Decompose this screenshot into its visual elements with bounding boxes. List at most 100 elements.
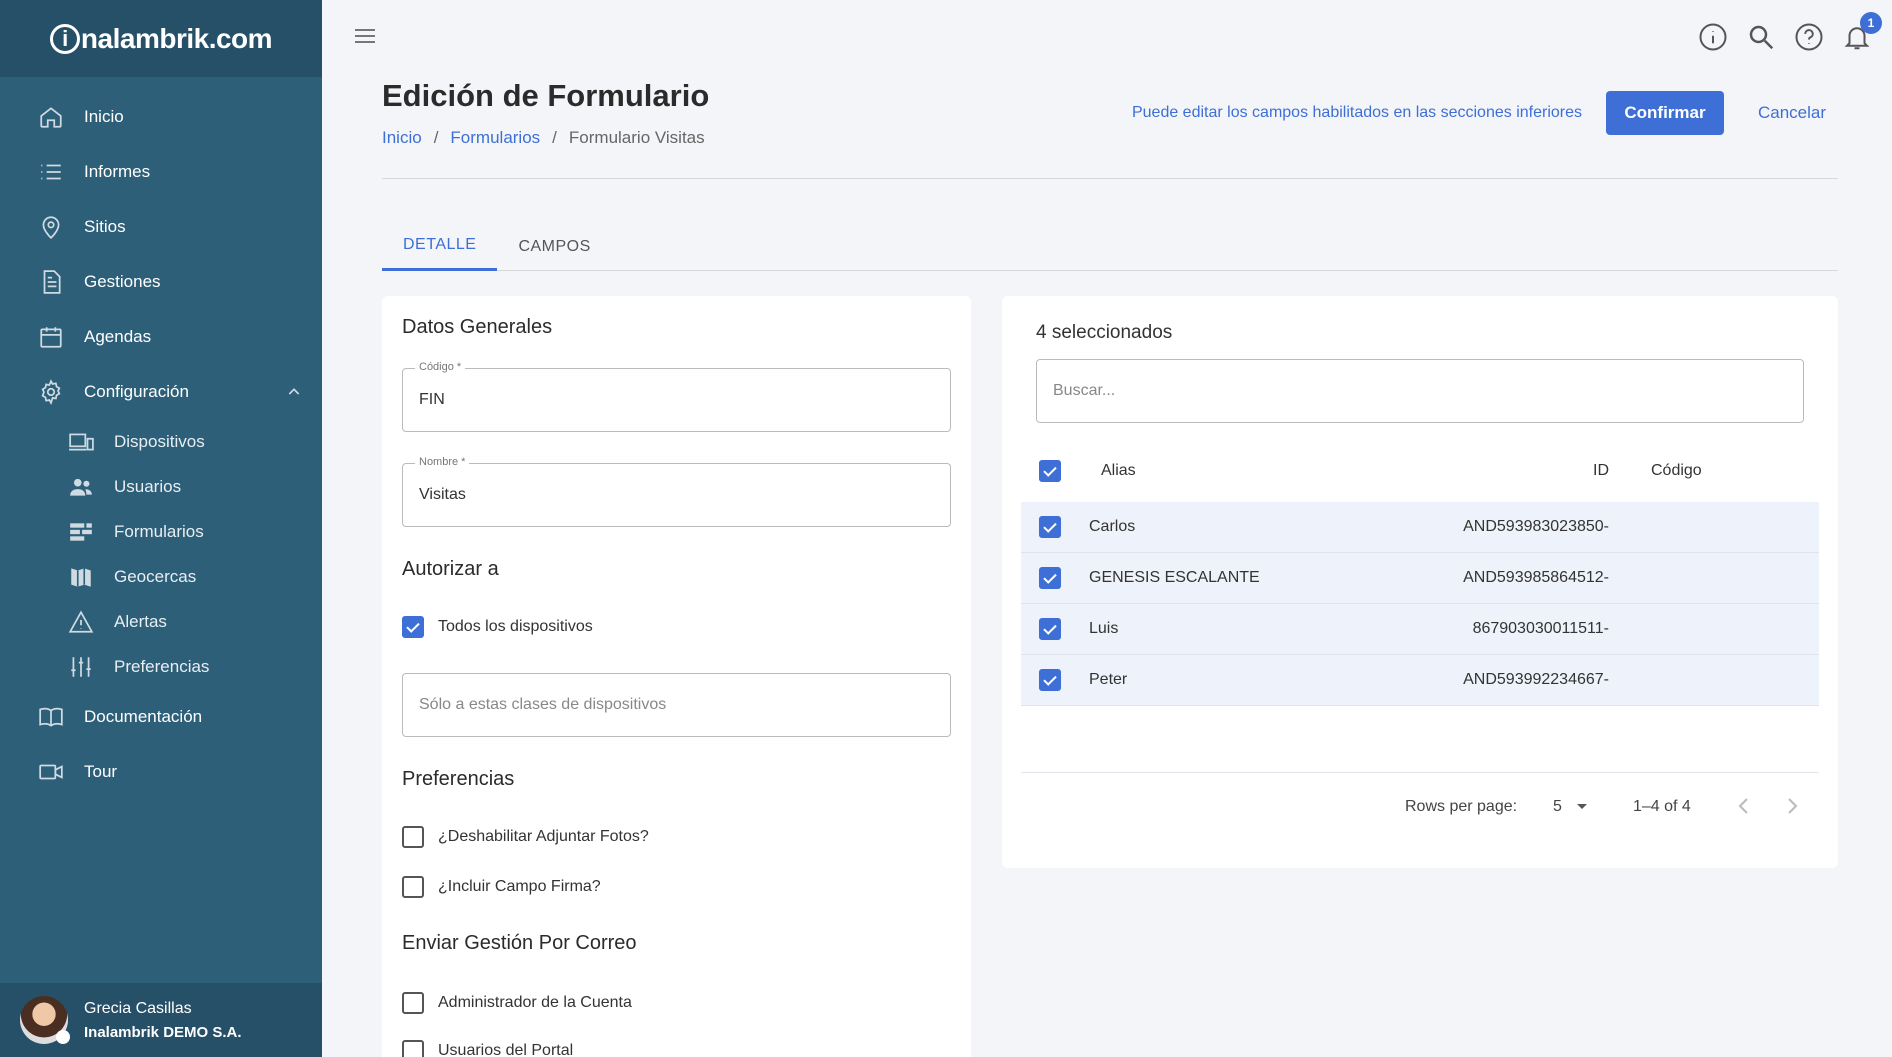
notification-badge: 1 bbox=[1860, 12, 1882, 34]
sidebar-subitem-label: Geocercas bbox=[114, 566, 197, 586]
table-footer-divider bbox=[1021, 772, 1819, 773]
nombre-field[interactable]: Nombre * Visitas bbox=[402, 456, 951, 527]
pagination-range: 1–4 of 4 bbox=[1633, 798, 1691, 815]
help-icon[interactable] bbox=[1794, 22, 1824, 52]
sidebar-item-documentacion[interactable]: Documentación bbox=[0, 689, 322, 744]
breadcrumb-inicio[interactable]: Inicio bbox=[382, 128, 422, 148]
row-alias: Luis bbox=[1089, 620, 1119, 637]
sidebar-subitem-alertas[interactable]: Alertas bbox=[0, 599, 322, 644]
table-row[interactable]: Luis 867903030011511- bbox=[1021, 604, 1819, 655]
sidebar-item-label: Documentación bbox=[84, 706, 203, 726]
email-admin-checkbox-row[interactable]: Administrador de la Cuenta bbox=[402, 992, 632, 1014]
sidebar-item-label: Agendas bbox=[84, 326, 152, 346]
row-checkbox[interactable] bbox=[1039, 567, 1061, 589]
user-panel[interactable]: Grecia Casillas Inalambrik DEMO S.A. bbox=[0, 983, 322, 1057]
sidebar-subitem-label: Dispositivos bbox=[114, 431, 205, 451]
home-icon bbox=[40, 106, 62, 128]
sidebar-item-informes[interactable]: Informes bbox=[0, 144, 322, 199]
document-icon bbox=[43, 269, 61, 294]
sidebar-subitem-label: Usuarios bbox=[114, 476, 182, 496]
sidebar-item-agendas[interactable]: Agendas bbox=[0, 309, 322, 364]
breadcrumb-formularios[interactable]: Formularios bbox=[450, 128, 540, 148]
sidebar-subitem-label: Formularios bbox=[114, 521, 204, 541]
sidebar-subitem-preferencias[interactable]: Preferencias bbox=[0, 644, 322, 689]
notifications-button[interactable]: 1 bbox=[1842, 12, 1882, 52]
sidebar-nav: Inicio Informes Sitios Gestiones Agendas… bbox=[0, 77, 322, 799]
sidebar-item-label: Tour bbox=[84, 761, 118, 781]
row-alias: GENESIS ESCALANTE bbox=[1089, 569, 1260, 586]
row-checkbox[interactable] bbox=[1039, 669, 1061, 691]
sidebar-item-label: Inicio bbox=[84, 106, 124, 126]
row-checkbox[interactable] bbox=[1039, 618, 1061, 640]
sidebar-item-label: Gestiones bbox=[84, 271, 161, 291]
email-portal-checkbox-row[interactable]: Usuarios del Portal bbox=[402, 1040, 573, 1057]
confirm-button[interactable]: Confirmar bbox=[1606, 91, 1724, 135]
logo[interactable]: i nalambrik.com bbox=[0, 0, 322, 77]
row-id: AND593992234667- bbox=[1463, 671, 1609, 688]
pref-signature-checkbox-row[interactable]: ¿Incluir Campo Firma? bbox=[402, 876, 601, 898]
avatar[interactable] bbox=[20, 996, 70, 1044]
device-search-input[interactable]: Buscar... bbox=[1036, 359, 1804, 423]
email-portal-checkbox[interactable] bbox=[402, 1040, 424, 1057]
sidebar-subitem-geocercas[interactable]: Geocercas bbox=[0, 554, 322, 599]
list-icon bbox=[41, 164, 61, 179]
video-icon bbox=[39, 764, 63, 779]
sidebar-item-inicio[interactable]: Inicio bbox=[0, 89, 322, 144]
pref-photos-checkbox[interactable] bbox=[402, 826, 424, 848]
chevron-right-icon[interactable] bbox=[1784, 796, 1800, 816]
sidebar-subitem-usuarios[interactable]: Usuarios bbox=[0, 464, 322, 509]
column-header-alias[interactable]: Alias bbox=[1089, 462, 1459, 480]
logo-text: nalambrik.com bbox=[80, 22, 273, 54]
sidebar: i nalambrik.com Inicio Informes Sitios Ge… bbox=[0, 0, 322, 1057]
column-header-id[interactable]: ID bbox=[1459, 462, 1609, 480]
email-admin-checkbox[interactable] bbox=[402, 992, 424, 1014]
rows-per-page-select[interactable]: 5 bbox=[1553, 798, 1588, 816]
tab-campos[interactable]: CAMPOS bbox=[497, 222, 611, 271]
chevron-left-icon[interactable] bbox=[1736, 796, 1752, 816]
table-row[interactable]: Carlos AND593983023850- bbox=[1021, 502, 1819, 553]
cancel-button[interactable]: Cancelar bbox=[1748, 91, 1836, 135]
rows-per-page-label: Rows per page: bbox=[1405, 798, 1518, 815]
selected-count: 4 seleccionados bbox=[1036, 322, 1173, 343]
row-checkbox[interactable] bbox=[1039, 516, 1061, 538]
pref-signature-label: ¿Incluir Campo Firma? bbox=[438, 878, 601, 895]
user-org: Inalambrik DEMO S.A. bbox=[84, 1023, 242, 1041]
search-icon[interactable] bbox=[1746, 22, 1776, 52]
sidebar-subitem-formularios[interactable]: Formularios bbox=[0, 509, 322, 554]
section-title-authorize: Autorizar a bbox=[402, 558, 499, 580]
sidebar-item-configuracion[interactable]: Configuración bbox=[0, 364, 322, 419]
info-icon[interactable] bbox=[1698, 22, 1728, 52]
sidebar-item-tour[interactable]: Tour bbox=[0, 744, 322, 799]
section-title-email: Enviar Gestión Por Correo bbox=[402, 932, 637, 954]
email-portal-label: Usuarios del Portal bbox=[438, 1042, 574, 1057]
all-devices-checkbox[interactable] bbox=[402, 616, 424, 638]
device-classes-field[interactable]: Sólo a estas clases de dispositivos bbox=[402, 673, 951, 737]
all-devices-checkbox-row[interactable]: Todos los dispositivos bbox=[402, 616, 593, 638]
row-id: 867903030011511- bbox=[1472, 620, 1609, 637]
table-row[interactable]: GENESIS ESCALANTE AND593985864512- bbox=[1021, 553, 1819, 604]
breadcrumb-separator: / bbox=[433, 128, 439, 147]
sidebar-item-gestiones[interactable]: Gestiones bbox=[0, 254, 322, 309]
tab-bar: DETALLE CAMPOS bbox=[382, 222, 1838, 271]
sidebar-subitem-dispositivos[interactable]: Dispositivos bbox=[0, 419, 322, 464]
codigo-field[interactable]: Código * FIN bbox=[402, 361, 951, 432]
tab-detalle[interactable]: DETALLE bbox=[382, 222, 498, 271]
sidebar-item-label: Configuración bbox=[84, 381, 189, 401]
hamburger-menu-icon[interactable] bbox=[353, 26, 377, 46]
table-row[interactable]: Peter AND593992234667- bbox=[1021, 655, 1819, 706]
column-header-code[interactable]: Código bbox=[1609, 462, 1729, 480]
section-title-general: Datos Generales bbox=[402, 316, 553, 338]
breadcrumb: Inicio / Formularios / Formulario Visita… bbox=[382, 128, 705, 148]
nombre-label: Nombre * bbox=[415, 456, 470, 468]
edit-hint: Puede editar los campos habilitados en l… bbox=[1131, 104, 1582, 121]
email-admin-label: Administrador de la Cuenta bbox=[438, 994, 632, 1011]
sidebar-item-sitios[interactable]: Sitios bbox=[0, 199, 322, 254]
nombre-value: Visitas bbox=[419, 486, 466, 503]
select-all-checkbox[interactable] bbox=[1039, 460, 1061, 482]
pref-signature-checkbox[interactable] bbox=[402, 876, 424, 898]
codigo-value: FIN bbox=[419, 391, 445, 408]
all-devices-label: Todos los dispositivos bbox=[438, 618, 593, 635]
pref-photos-checkbox-row[interactable]: ¿Deshabilitar Adjuntar Fotos? bbox=[402, 826, 649, 848]
chevron-up-icon[interactable] bbox=[286, 384, 302, 400]
gear-icon bbox=[41, 378, 61, 405]
